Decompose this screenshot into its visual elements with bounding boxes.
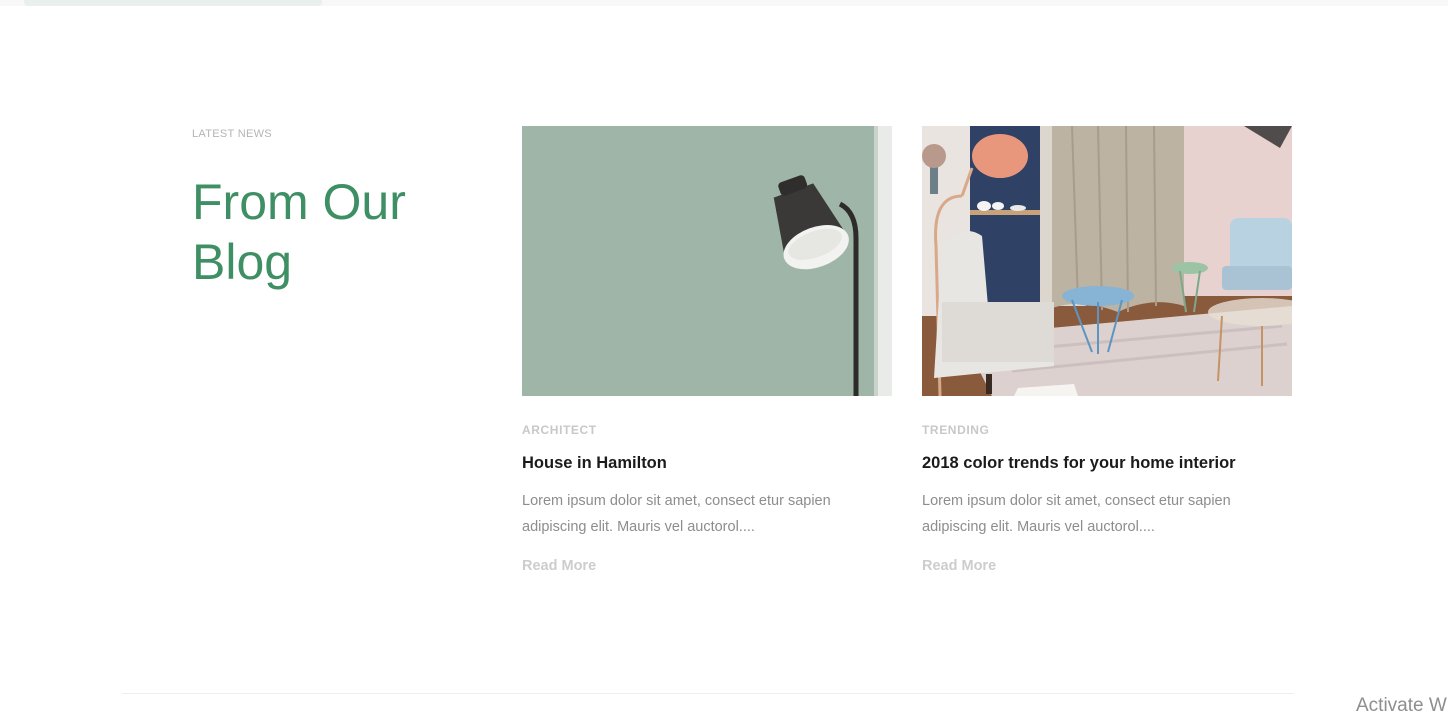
post-category[interactable]: ARCHITECT (522, 423, 597, 437)
top-bar-indicator (24, 0, 322, 6)
post-image-link[interactable] (522, 126, 892, 396)
activation-watermark: Activate W (1356, 695, 1447, 716)
post-excerpt: Lorem ipsum dolor sit amet, consect etur… (522, 493, 831, 535)
top-bar (0, 0, 1448, 6)
read-more-link[interactable]: Read More (922, 558, 996, 574)
post-title[interactable]: House in Hamilton (522, 454, 667, 473)
section-divider (122, 693, 1294, 694)
read-more-link[interactable]: Read More (522, 558, 596, 574)
post-title[interactable]: 2018 color trends for your home interior (922, 454, 1236, 473)
blog-card-color-trends: TRENDING 2018 color trends for your home… (922, 126, 1292, 574)
lamp-wall-image (522, 126, 892, 396)
blog-card-house-in-hamilton: ARCHITECT House in Hamilton Lorem ipsum … (522, 126, 892, 574)
post-category[interactable]: TRENDING (922, 423, 989, 437)
section-eyebrow: LATEST NEWS (192, 128, 272, 140)
section-title: From Our Blog (192, 174, 406, 290)
post-excerpt: Lorem ipsum dolor sit amet, consect etur… (922, 493, 1231, 535)
post-image-link[interactable] (922, 126, 1292, 396)
living-room-image (922, 126, 1292, 396)
